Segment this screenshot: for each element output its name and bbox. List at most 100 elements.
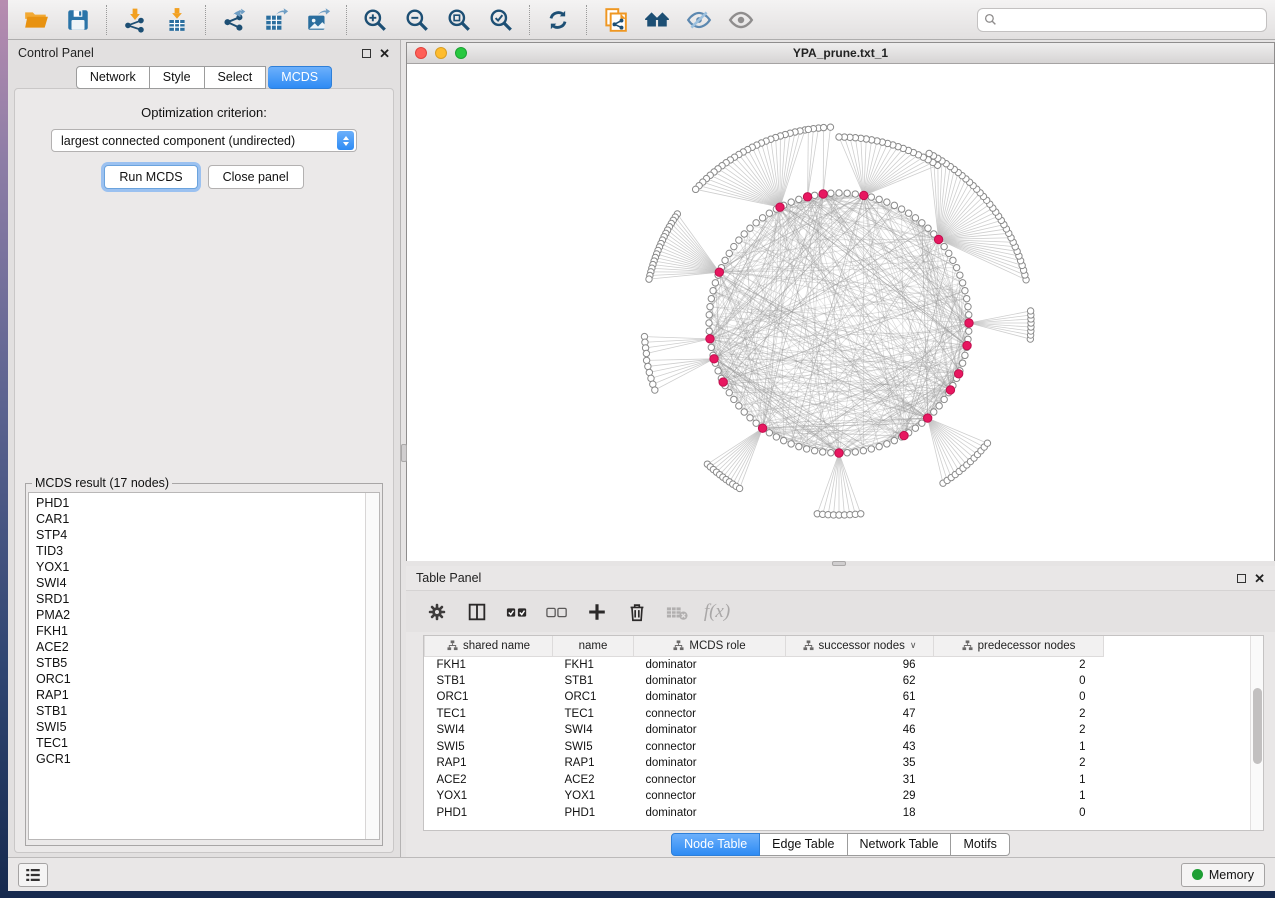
export-table-button[interactable] xyxy=(256,4,296,36)
network-node[interactable] xyxy=(844,450,850,456)
network-node[interactable] xyxy=(953,264,959,270)
dominator-node[interactable] xyxy=(946,386,954,394)
network-node[interactable] xyxy=(803,446,809,452)
dominator-node[interactable] xyxy=(860,191,868,199)
table-row[interactable]: SWI4SWI4dominator462 xyxy=(425,722,1104,739)
table-cell[interactable]: PHD1 xyxy=(553,805,634,822)
memory-button[interactable]: Memory xyxy=(1181,863,1265,887)
network-node[interactable] xyxy=(844,190,850,196)
network-node[interactable] xyxy=(766,210,772,216)
network-node[interactable] xyxy=(708,295,714,301)
splitter-handle[interactable] xyxy=(832,561,846,566)
network-node[interactable] xyxy=(966,328,972,334)
search-input[interactable] xyxy=(1001,13,1260,27)
zoom-out-button[interactable] xyxy=(397,4,437,36)
dominator-node[interactable] xyxy=(923,414,931,422)
satellite-node[interactable] xyxy=(1027,308,1033,314)
network-node[interactable] xyxy=(884,441,890,447)
dominator-node[interactable] xyxy=(819,190,827,198)
close-panel-icon[interactable]: ✕ xyxy=(379,49,390,58)
dominator-node[interactable] xyxy=(706,335,714,343)
tab-network[interactable]: Network xyxy=(76,66,150,89)
table-cell[interactable]: PHD1 xyxy=(425,805,553,822)
network-node[interactable] xyxy=(950,257,956,263)
table-cell[interactable]: TEC1 xyxy=(425,706,553,723)
table-cell[interactable]: SWI5 xyxy=(553,739,634,756)
mcds-list-scrollbar[interactable] xyxy=(365,493,379,839)
export-image-button[interactable] xyxy=(298,4,338,36)
network-node[interactable] xyxy=(905,210,911,216)
close-panel-icon[interactable]: ✕ xyxy=(1254,574,1265,583)
network-node[interactable] xyxy=(753,420,759,426)
network-node[interactable] xyxy=(741,231,747,237)
table-cell[interactable]: 1 xyxy=(934,739,1104,756)
hide-selected-button[interactable] xyxy=(679,4,719,36)
dominator-node[interactable] xyxy=(900,431,908,439)
run-mcds-button[interactable]: Run MCDS xyxy=(104,165,197,189)
network-node[interactable] xyxy=(811,192,817,198)
network-node[interactable] xyxy=(706,320,712,326)
mcds-result-item[interactable]: ACE2 xyxy=(36,639,365,655)
tab-network-table[interactable]: Network Table xyxy=(848,833,952,856)
network-node[interactable] xyxy=(788,441,794,447)
mcds-result-item[interactable]: SWI4 xyxy=(36,575,365,591)
column-header-successor-nodes[interactable]: successor nodes∨ xyxy=(786,636,934,656)
table-options-button[interactable] xyxy=(420,596,454,628)
mcds-result-item[interactable]: STB5 xyxy=(36,655,365,671)
network-node[interactable] xyxy=(731,396,737,402)
network-node[interactable] xyxy=(898,206,904,212)
float-panel-icon[interactable] xyxy=(362,49,371,58)
network-node[interactable] xyxy=(959,360,965,366)
node-table[interactable]: shared namenameMCDS rolesuccessor nodes∨… xyxy=(424,636,1104,821)
table-cell[interactable]: RAP1 xyxy=(425,755,553,772)
mcds-result-item[interactable]: STB1 xyxy=(36,703,365,719)
table-cell[interactable]: SWI4 xyxy=(553,722,634,739)
table-cell[interactable]: SWI4 xyxy=(425,722,553,739)
network-node[interactable] xyxy=(876,196,882,202)
dominator-node[interactable] xyxy=(776,203,784,211)
network-window-titlebar[interactable]: YPA_prune.txt_1 xyxy=(407,43,1274,64)
table-cell[interactable]: ORC1 xyxy=(425,689,553,706)
network-node[interactable] xyxy=(780,437,786,443)
network-node[interactable] xyxy=(706,328,712,334)
network-node[interactable] xyxy=(941,243,947,249)
satellite-node[interactable] xyxy=(858,511,864,517)
table-cell[interactable]: YOX1 xyxy=(425,788,553,805)
table-cell[interactable]: STB1 xyxy=(425,673,553,690)
tab-edge-table[interactable]: Edge Table xyxy=(760,833,847,856)
tab-style[interactable]: Style xyxy=(150,66,205,89)
network-node[interactable] xyxy=(963,295,969,301)
import-table-button[interactable] xyxy=(157,4,197,36)
table-cell[interactable]: connector xyxy=(634,706,786,723)
network-node[interactable] xyxy=(828,190,834,196)
network-node[interactable] xyxy=(811,447,817,453)
select-all-rows-button[interactable] xyxy=(500,596,534,628)
mcds-result-item[interactable]: TID3 xyxy=(36,543,365,559)
network-node[interactable] xyxy=(707,304,713,310)
network-node[interactable] xyxy=(946,250,952,256)
add-column-button[interactable] xyxy=(580,596,614,628)
network-node[interactable] xyxy=(747,225,753,231)
table-row[interactable]: STB1STB1dominator620 xyxy=(425,673,1104,690)
network-node[interactable] xyxy=(957,272,963,278)
import-network-button[interactable] xyxy=(115,4,155,36)
network-node[interactable] xyxy=(876,443,882,449)
table-row[interactable]: FKH1FKH1dominator962 xyxy=(425,656,1104,673)
satellite-node[interactable] xyxy=(643,357,649,363)
table-cell[interactable]: 29 xyxy=(786,788,934,805)
network-node[interactable] xyxy=(912,215,918,221)
network-node[interactable] xyxy=(773,434,779,440)
dominator-node[interactable] xyxy=(803,193,811,201)
satellite-node[interactable] xyxy=(736,485,742,491)
table-cell[interactable]: YOX1 xyxy=(553,788,634,805)
splitter-handle[interactable] xyxy=(401,444,407,462)
network-node[interactable] xyxy=(706,312,712,318)
network-node[interactable] xyxy=(759,215,765,221)
network-node[interactable] xyxy=(868,446,874,452)
mcds-result-list[interactable]: PHD1CAR1STP4TID3YOX1SWI4SRD1PMA2FKH1ACE2… xyxy=(29,493,365,839)
mcds-result-item[interactable]: SWI5 xyxy=(36,719,365,735)
network-node[interactable] xyxy=(788,199,794,205)
dominator-node[interactable] xyxy=(719,378,727,386)
network-node[interactable] xyxy=(965,304,971,310)
zoom-fit-button[interactable] xyxy=(439,4,479,36)
